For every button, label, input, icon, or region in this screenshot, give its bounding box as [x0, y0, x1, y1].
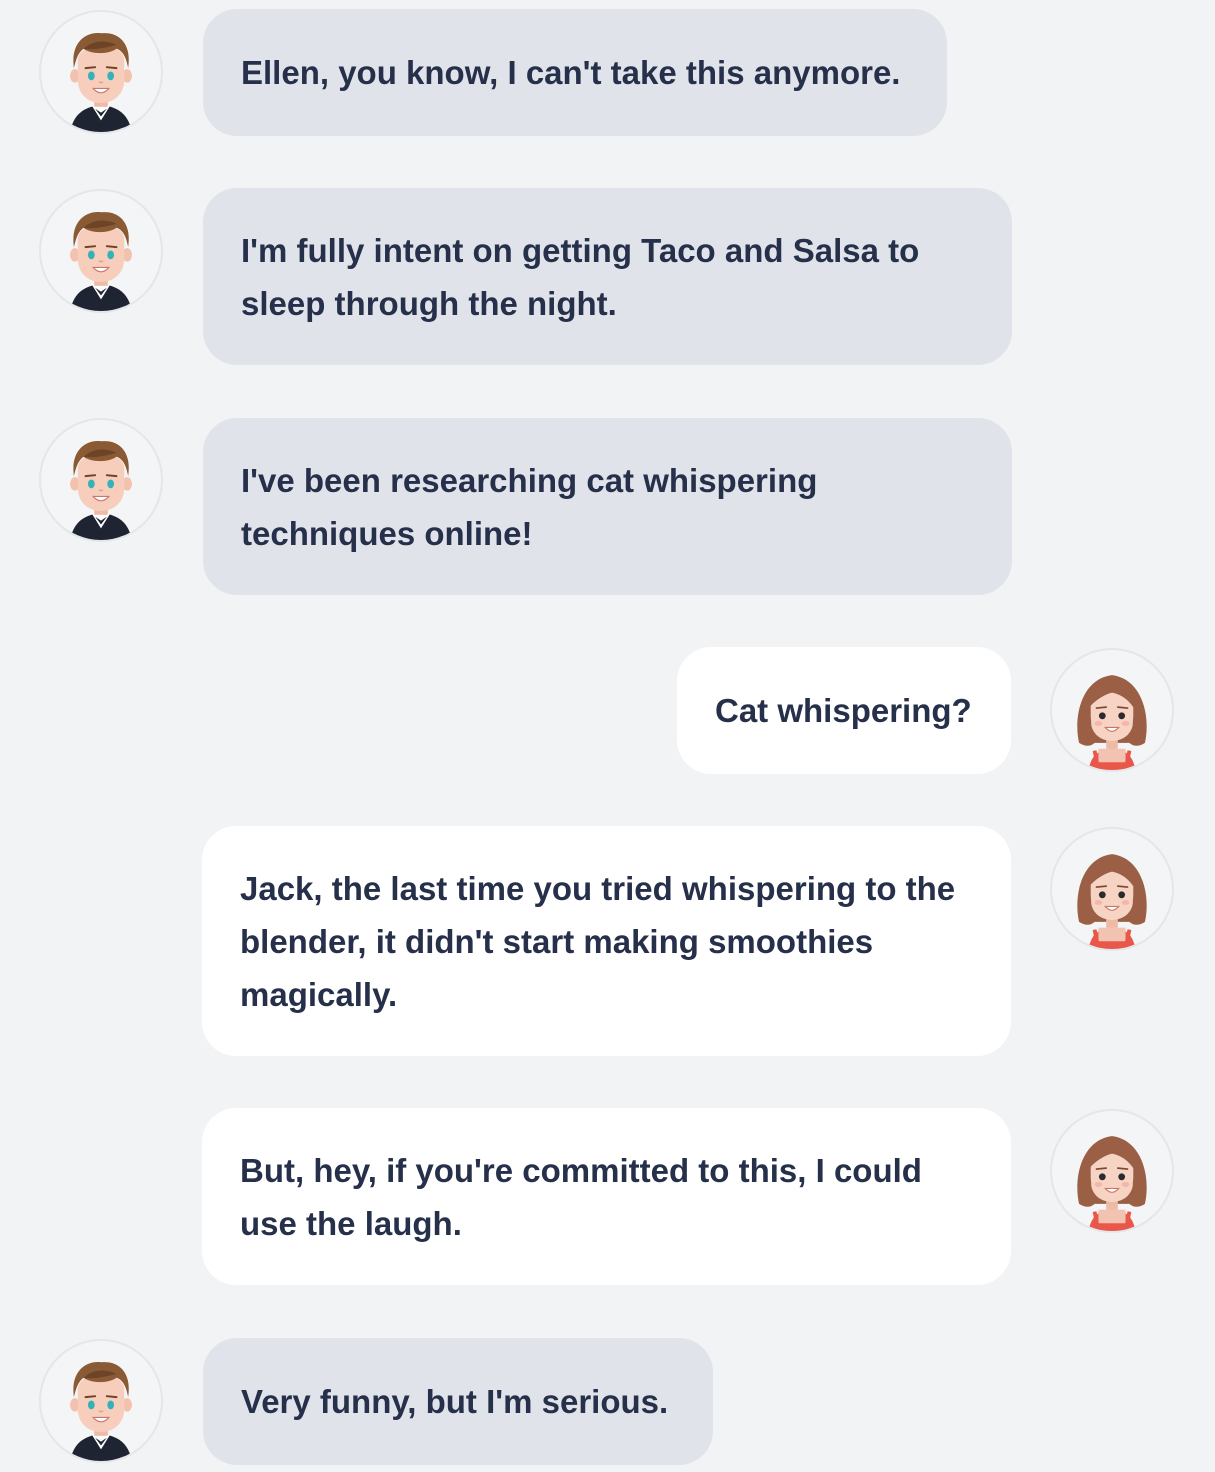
- ellen-avatar: [1050, 827, 1174, 951]
- message-bubble: Very funny, but I'm serious.: [203, 1338, 713, 1465]
- ellen-avatar: [1050, 648, 1174, 772]
- message-text: Cat whispering?: [715, 692, 972, 729]
- jack-avatar: [39, 10, 163, 134]
- girl-avatar-icon: [1052, 1111, 1172, 1231]
- message-bubble: But, hey, if you're committed to this, I…: [202, 1108, 1011, 1285]
- boy-avatar-icon: [41, 420, 161, 540]
- message-text: I've been researching cat whispering tec…: [241, 461, 818, 552]
- message-bubble: I'm fully intent on getting Taco and Sal…: [203, 188, 1012, 365]
- ellen-avatar: [1050, 1109, 1174, 1233]
- message-bubble: Jack, the last time you tried whispering…: [202, 826, 1011, 1056]
- message-text: I'm fully intent on getting Taco and Sal…: [241, 231, 920, 322]
- boy-avatar-icon: [41, 1341, 161, 1461]
- boy-avatar-icon: [41, 12, 161, 132]
- message-bubble: Cat whispering?: [677, 647, 1011, 774]
- message-text: Jack, the last time you tried whispering…: [240, 869, 956, 1013]
- boy-avatar-icon: [41, 191, 161, 311]
- girl-avatar-icon: [1052, 650, 1172, 770]
- message-text: But, hey, if you're committed to this, I…: [240, 1151, 922, 1242]
- girl-avatar-icon: [1052, 829, 1172, 949]
- message-bubble: Ellen, you know, I can't take this anymo…: [203, 9, 947, 136]
- message-bubble: I've been researching cat whispering tec…: [203, 418, 1012, 595]
- jack-avatar: [39, 418, 163, 542]
- message-text: Very funny, but I'm serious.: [241, 1383, 669, 1420]
- jack-avatar: [39, 1339, 163, 1463]
- message-text: Ellen, you know, I can't take this anymo…: [241, 54, 901, 91]
- jack-avatar: [39, 189, 163, 313]
